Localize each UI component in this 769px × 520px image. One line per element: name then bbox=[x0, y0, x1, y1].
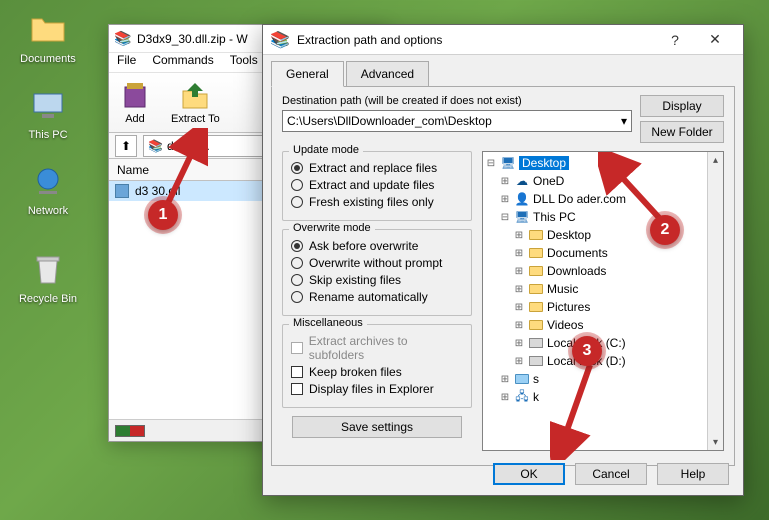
tree-pc-music[interactable]: ⊞Music bbox=[485, 280, 705, 298]
annotation-badge-1: 1 bbox=[148, 200, 178, 230]
radio-skip-existing[interactable]: Skip existing files bbox=[291, 273, 463, 287]
destination-label: Destination path (will be created if doe… bbox=[282, 95, 632, 107]
toolbar-add[interactable]: Add bbox=[119, 79, 151, 126]
misc-group: Miscellaneous Extract archives to subfol… bbox=[282, 324, 472, 408]
winrar-icon: 📚 bbox=[271, 31, 289, 49]
dialog-button-row: OK Cancel Help bbox=[493, 463, 729, 485]
menu-commands[interactable]: Commands bbox=[152, 53, 213, 72]
menu-tools[interactable]: Tools bbox=[230, 53, 258, 72]
recyclebin-icon bbox=[28, 250, 68, 290]
toolbar-extract-to[interactable]: Extract To bbox=[171, 79, 220, 126]
tab-general[interactable]: General bbox=[271, 61, 344, 87]
radio-overwrite-noprompt[interactable]: Overwrite without prompt bbox=[291, 256, 463, 270]
annotation-badge-2: 2 bbox=[650, 215, 680, 245]
desktop-icon-recyclebin[interactable]: Recycle Bin bbox=[10, 250, 86, 305]
tab-advanced[interactable]: Advanced bbox=[346, 61, 429, 86]
annotation-arrow-1 bbox=[158, 128, 208, 208]
new-folder-button[interactable]: New Folder bbox=[640, 121, 724, 143]
group-title: Update mode bbox=[289, 144, 363, 156]
overwrite-mode-group: Overwrite mode Ask before overwrite Over… bbox=[282, 229, 472, 316]
display-button[interactable]: Display bbox=[640, 95, 724, 117]
label: Extract To bbox=[171, 113, 220, 125]
label: This PC bbox=[10, 129, 86, 141]
ok-button[interactable]: OK bbox=[493, 463, 565, 485]
folder-icon bbox=[28, 10, 68, 50]
label: Recycle Bin bbox=[10, 293, 86, 305]
save-settings-button[interactable]: Save settings bbox=[292, 416, 462, 438]
label: Network bbox=[10, 205, 86, 217]
radio-extract-update[interactable]: Extract and update files bbox=[291, 178, 463, 192]
check-display-explorer[interactable]: Display files in Explorer bbox=[291, 382, 463, 396]
tree-scrollbar[interactable]: ▴ ▾ bbox=[707, 152, 723, 450]
pc-icon bbox=[28, 86, 68, 126]
dialog-title: Extraction path and options bbox=[297, 33, 655, 47]
chevron-down-icon[interactable]: ▾ bbox=[621, 114, 627, 128]
dialog-tabs: General Advanced bbox=[263, 55, 743, 86]
titlebar-close-button[interactable]: ✕ bbox=[695, 26, 735, 54]
help-button[interactable]: Help bbox=[657, 463, 729, 485]
group-title: Overwrite mode bbox=[289, 222, 375, 234]
update-mode-group: Update mode Extract and replace files Ex… bbox=[282, 151, 472, 221]
dialog-titlebar[interactable]: 📚 Extraction path and options ? ✕ bbox=[263, 25, 743, 55]
desktop-icon-network[interactable]: Network bbox=[10, 162, 86, 217]
tree-pc-documents[interactable]: ⊞Documents bbox=[485, 244, 705, 262]
destination-path-input[interactable]: C:\Users\DllDownloader_com\Desktop ▾ bbox=[282, 110, 632, 132]
nav-up-button[interactable]: ⬆ bbox=[115, 135, 137, 157]
check-extract-subfolders[interactable]: Extract archives to subfolders bbox=[291, 334, 463, 362]
annotation-badge-3: 3 bbox=[572, 336, 602, 366]
status-segment-icon bbox=[115, 425, 145, 437]
tree-pc-pictures[interactable]: ⊞Pictures bbox=[485, 298, 705, 316]
desktop-icon-thispc[interactable]: This PC bbox=[10, 86, 86, 141]
menu-file[interactable]: File bbox=[117, 53, 136, 72]
scroll-up-icon[interactable]: ▴ bbox=[708, 152, 723, 168]
cancel-button[interactable]: Cancel bbox=[575, 463, 647, 485]
radio-rename-auto[interactable]: Rename automatically bbox=[291, 290, 463, 304]
annotation-arrow-3 bbox=[550, 360, 610, 460]
label: Documents bbox=[10, 53, 86, 65]
scroll-down-icon[interactable]: ▾ bbox=[708, 434, 723, 450]
add-icon bbox=[119, 79, 151, 111]
tree-pc-videos[interactable]: ⊞Videos bbox=[485, 316, 705, 334]
tab-page-general: Destination path (will be created if doe… bbox=[271, 86, 735, 466]
dll-icon bbox=[115, 184, 129, 198]
winrar-title: D3dx9_30.dll.zip - W bbox=[137, 32, 248, 46]
titlebar-help-button[interactable]: ? bbox=[655, 26, 695, 54]
radio-extract-replace[interactable]: Extract and replace files bbox=[291, 161, 463, 175]
radio-ask-before[interactable]: Ask before overwrite bbox=[291, 239, 463, 253]
network-icon bbox=[28, 162, 68, 202]
group-title: Miscellaneous bbox=[289, 317, 367, 329]
winrar-icon: 📚 bbox=[115, 31, 131, 47]
extract-icon bbox=[179, 79, 211, 111]
radio-fresh-existing[interactable]: Fresh existing files only bbox=[291, 195, 463, 209]
label: Add bbox=[119, 113, 151, 125]
extraction-dialog: 📚 Extraction path and options ? ✕ Genera… bbox=[262, 24, 744, 496]
path-text: C:\Users\DllDownloader_com\Desktop bbox=[287, 114, 492, 128]
desktop-icon-documents[interactable]: Documents bbox=[10, 10, 86, 65]
tree-pc-downloads[interactable]: ⊞Downloads bbox=[485, 262, 705, 280]
check-keep-broken[interactable]: Keep broken files bbox=[291, 365, 463, 379]
